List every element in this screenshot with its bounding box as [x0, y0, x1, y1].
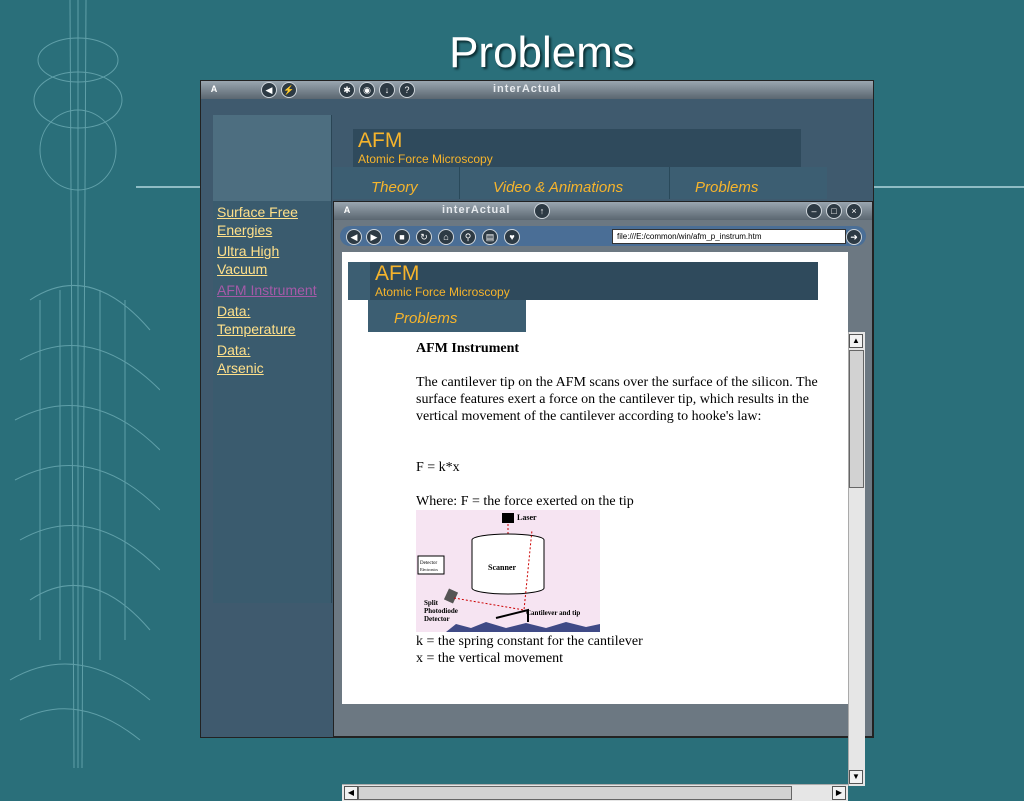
- go-icon[interactable]: ➜: [846, 229, 862, 245]
- label-detector: Detector: [420, 561, 438, 566]
- slide-title: Problems: [449, 28, 635, 77]
- tab-bar: Theory Video & Animations Problems: [333, 167, 827, 199]
- k-definition: k = the spring constant for the cantilev…: [416, 634, 643, 649]
- label-laser: Laser: [517, 513, 537, 522]
- laser-icon: [502, 513, 514, 523]
- sidebar-nav: Surface Free Energies Ultra High Vacuum …: [217, 203, 329, 377]
- sidebar-link-data-temperature[interactable]: Data: Temperature: [217, 302, 296, 338]
- sidebar-logo-box: [213, 115, 331, 201]
- decorative-line-right: [870, 186, 1024, 188]
- back-icon[interactable]: ◀: [261, 82, 277, 98]
- inner-browser-window: A interActual ↑ – □ × ◀ ▶ ■ ↻ ⌂ ⚲ ▤ ♥ fi…: [333, 201, 873, 801]
- up-icon[interactable]: ↑: [534, 203, 550, 219]
- outer-brand-label: interActual: [493, 83, 562, 95]
- horizontal-scroll-thumb[interactable]: [358, 786, 792, 800]
- logo-a-icon: A: [210, 84, 218, 94]
- inner-tab-label: Problems: [394, 310, 458, 327]
- help-icon[interactable]: ?: [399, 82, 415, 98]
- label-photodiode: Photodiode: [424, 607, 458, 615]
- tab-divider: [669, 167, 670, 199]
- home-icon[interactable]: ⌂: [438, 229, 454, 245]
- favorites-icon[interactable]: ♥: [504, 229, 520, 245]
- inner-brand-label: interActual: [442, 204, 511, 216]
- inner-titlebar: A interActual ↑ – □ ×: [334, 202, 872, 220]
- decorative-wireframe-art: [9, 0, 160, 768]
- inner-banner-shade: [348, 262, 370, 300]
- x-definition: x = the vertical movement: [416, 651, 564, 666]
- flash-icon[interactable]: ⚡: [281, 82, 297, 98]
- scroll-right-button[interactable]: ▶: [832, 786, 846, 800]
- scroll-left-button[interactable]: ◀: [344, 786, 358, 800]
- decorative-line-left: [136, 186, 202, 188]
- sidebar-link-ultra-high-vacuum[interactable]: Ultra High Vacuum: [217, 242, 329, 278]
- nav-toolbar: ◀ ▶ ■ ↻ ⌂ ⚲ ▤ ♥ file:///E:/common/win/af…: [340, 226, 866, 246]
- search-icon[interactable]: ⚲: [460, 229, 476, 245]
- sidebar-link-data-arsenic[interactable]: Data: Arsenic: [217, 341, 267, 377]
- label-split: Split: [424, 599, 439, 607]
- formula: F = k*x: [416, 460, 460, 475]
- article-heading: AFM Instrument: [416, 341, 520, 356]
- page-content: AFM Atomic Force Microscopy Problems AFM…: [342, 252, 848, 704]
- stop-icon[interactable]: ■: [394, 229, 410, 245]
- back-icon[interactable]: ◀: [346, 229, 362, 245]
- url-field[interactable]: file:///E:/common/win/afm_p_instrum.htm: [612, 229, 846, 244]
- logo-a-icon: A: [343, 205, 351, 215]
- where-line: Where: F = the force exerted on the tip: [416, 494, 634, 509]
- inner-banner-subtitle: Atomic Force Microscopy: [375, 285, 510, 299]
- label-electronics: Electronics: [420, 567, 438, 572]
- minimize-icon[interactable]: –: [806, 203, 822, 219]
- outer-browser-window: A ◀ ⚡ ✱ ◉ ↓ ? interActual AFM Atomic For…: [200, 80, 874, 801]
- scroll-up-button[interactable]: ▲: [849, 334, 863, 348]
- download-icon[interactable]: ↓: [379, 82, 395, 98]
- close-icon[interactable]: ×: [846, 203, 862, 219]
- vertical-scroll-thumb[interactable]: [849, 350, 864, 488]
- inner-site-banner: AFM Atomic Force Microscopy: [370, 262, 818, 300]
- tab-theory[interactable]: Theory: [371, 179, 418, 196]
- scroll-down-button[interactable]: ▼: [849, 770, 863, 784]
- print-icon[interactable]: ▤: [482, 229, 498, 245]
- forward-icon[interactable]: ▶: [366, 229, 382, 245]
- label-cantilever: Cantilever and tip: [526, 609, 580, 617]
- reload-icon[interactable]: ↻: [416, 229, 432, 245]
- eye-icon[interactable]: ◉: [359, 82, 375, 98]
- label-split-detector: Detector: [424, 615, 450, 623]
- tools-icon[interactable]: ✱: [339, 82, 355, 98]
- tab-problems[interactable]: Problems: [695, 179, 758, 196]
- tab-divider: [459, 167, 460, 199]
- inner-tab-problems[interactable]: Problems: [368, 300, 526, 332]
- sidebar-link-surface-free-energies[interactable]: Surface Free Energies: [217, 203, 329, 239]
- label-scanner: Scanner: [488, 563, 516, 572]
- maximize-icon[interactable]: □: [826, 203, 842, 219]
- article-paragraph: The cantilever tip on the AFM scans over…: [416, 375, 818, 424]
- site-banner: AFM Atomic Force Microscopy: [353, 129, 801, 167]
- sidebar-link-afm-instrument[interactable]: AFM Instrument: [217, 281, 329, 299]
- banner-subtitle: Atomic Force Microscopy: [358, 152, 493, 166]
- afm-diagram: Laser Scanner Detector Electronics Split…: [416, 510, 600, 632]
- outer-titlebar: A ◀ ⚡ ✱ ◉ ↓ ? interActual: [201, 81, 873, 99]
- tab-video-animations[interactable]: Video & Animations: [493, 179, 623, 196]
- inner-banner-title: AFM: [375, 262, 420, 285]
- banner-title: AFM: [358, 129, 403, 152]
